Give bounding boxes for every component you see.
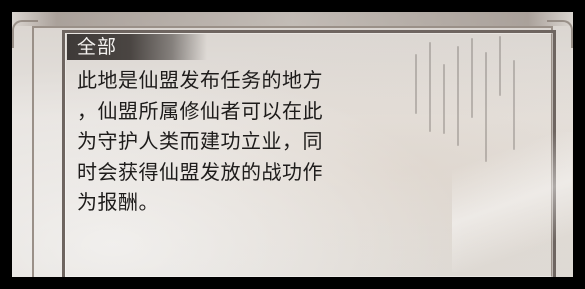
light-streak <box>452 132 572 272</box>
description-line: ，仙盟所属修仙者可以在此 <box>77 98 323 123</box>
description-line: 为报酬。 <box>77 190 159 214</box>
category-tag: 全部 <box>67 34 207 60</box>
info-panel: 全部 此地是仙盟发布任务的地方 ，仙盟所属修仙者可以在此 为守护人类而建功立业，… <box>12 12 573 277</box>
description-text: 此地是仙盟发布任务的地方 ，仙盟所属修仙者可以在此 为守护人类而建功立业，同 时… <box>77 65 377 218</box>
category-tag-label: 全部 <box>77 36 118 58</box>
top-ornament <box>12 12 573 26</box>
description-line: 时会获得仙盟发放的战功作 <box>77 159 323 184</box>
description-line: 为守护人类而建功立业，同 <box>77 129 323 153</box>
description-line: 此地是仙盟发布任务的地方 <box>77 68 323 92</box>
